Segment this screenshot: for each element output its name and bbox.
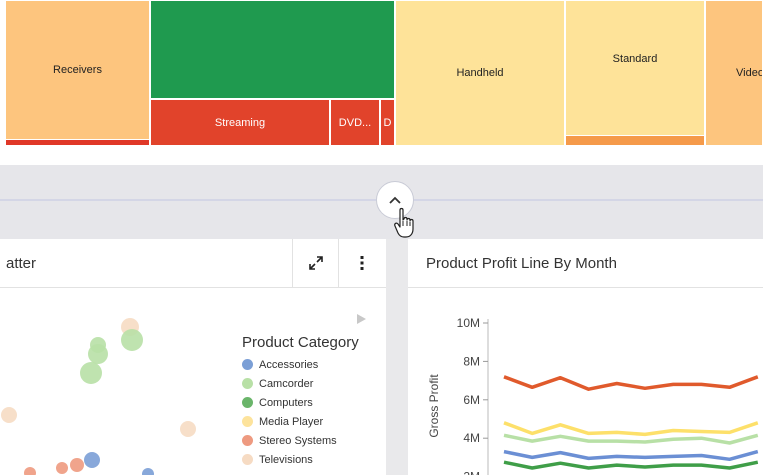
legend-item[interactable]: Accessories <box>242 359 318 371</box>
legend-swatch <box>242 397 253 408</box>
chevron-up-icon <box>389 196 401 204</box>
treemap-tile-green[interactable] <box>150 0 395 99</box>
legend-swatch <box>242 454 253 465</box>
scatter-legend: Product Category Accessories Camcorder Com… <box>242 334 382 475</box>
treemap-chart: Receivers Streaming DVD... D Handheld St… <box>0 0 763 165</box>
series-line[interactable] <box>503 375 759 391</box>
legend-item[interactable]: Media Player <box>242 416 323 428</box>
legend-swatch <box>242 416 253 427</box>
scatter-point[interactable] <box>70 458 84 472</box>
scatter-panel-header: atter <box>0 239 386 288</box>
treemap-tile-handheld[interactable]: Handheld <box>395 0 565 146</box>
legend-title: Product Category <box>242 334 359 351</box>
y-tick-label: 10M <box>457 316 480 330</box>
scatter-point[interactable] <box>1 407 17 423</box>
profit-line-chart: 10M 8M 6M 4M 2M Gross Profit <box>427 316 759 475</box>
series-line[interactable] <box>503 421 759 437</box>
more-options-button[interactable] <box>338 239 385 287</box>
scatter-point[interactable] <box>80 362 102 384</box>
treemap-tile-video[interactable]: Video <box>705 0 763 146</box>
y-tick-label: 4M <box>463 431 480 445</box>
treemap-tile-dvd[interactable]: DVD... <box>330 99 380 146</box>
series-line[interactable] <box>503 460 759 470</box>
treemap-tile-receivers-low[interactable] <box>5 140 150 146</box>
series-line[interactable] <box>503 433 759 445</box>
treemap-tile-standard[interactable]: Standard <box>565 0 705 136</box>
scatter-point[interactable] <box>84 452 100 468</box>
scatter-point[interactable] <box>56 462 68 474</box>
y-axis-label: Gross Profit <box>427 374 441 438</box>
legend-label: Camcorder <box>259 378 314 390</box>
scatter-panel-title: atter <box>6 255 37 272</box>
legend-swatch <box>242 378 253 389</box>
legend-label: Media Player <box>259 416 324 428</box>
scatter-point[interactable] <box>142 468 154 475</box>
hand-cursor-icon <box>394 207 414 238</box>
treemap-tile-standard-low[interactable] <box>565 136 705 146</box>
legend-label: Computers <box>259 397 313 409</box>
line-panel: Product Profit Line By Month 10M 8M 6M 4M 2M… <box>408 239 763 475</box>
treemap-tile-d[interactable]: D <box>380 99 395 146</box>
legend-label: Stereo Systems <box>259 435 337 447</box>
legend-item[interactable]: Computers <box>242 397 313 409</box>
expand-icon <box>309 256 323 270</box>
scatter-panel: atter Product Category Accessories Camcor… <box>0 239 386 475</box>
legend-item[interactable]: Televisions <box>242 454 313 466</box>
line-panel-header: Product Profit Line By Month <box>408 239 763 288</box>
legend-play-icon[interactable] <box>355 313 367 325</box>
line-panel-title: Product Profit Line By Month <box>426 255 617 272</box>
legend-swatch <box>242 435 253 446</box>
treemap-tile-streaming[interactable]: Streaming <box>150 99 330 146</box>
y-tick-label: 2M <box>463 470 480 475</box>
treemap-tile-receivers[interactable]: Receivers <box>5 0 150 140</box>
series-line[interactable] <box>503 449 759 462</box>
y-tick-label: 8M <box>463 354 480 368</box>
scatter-point[interactable] <box>121 329 143 351</box>
scatter-point[interactable] <box>24 467 36 475</box>
legend-label: Accessories <box>259 359 319 371</box>
more-vertical-icon <box>360 256 364 270</box>
scatter-point[interactable] <box>88 344 108 364</box>
expand-button[interactable] <box>292 239 339 287</box>
y-tick-label: 6M <box>463 393 480 407</box>
legend-swatch <box>242 359 253 370</box>
legend-label: Televisions <box>259 454 313 466</box>
scatter-point[interactable] <box>180 421 196 437</box>
legend-item[interactable]: Camcorder <box>242 378 313 390</box>
legend-item[interactable]: Stereo Systems <box>242 435 337 447</box>
